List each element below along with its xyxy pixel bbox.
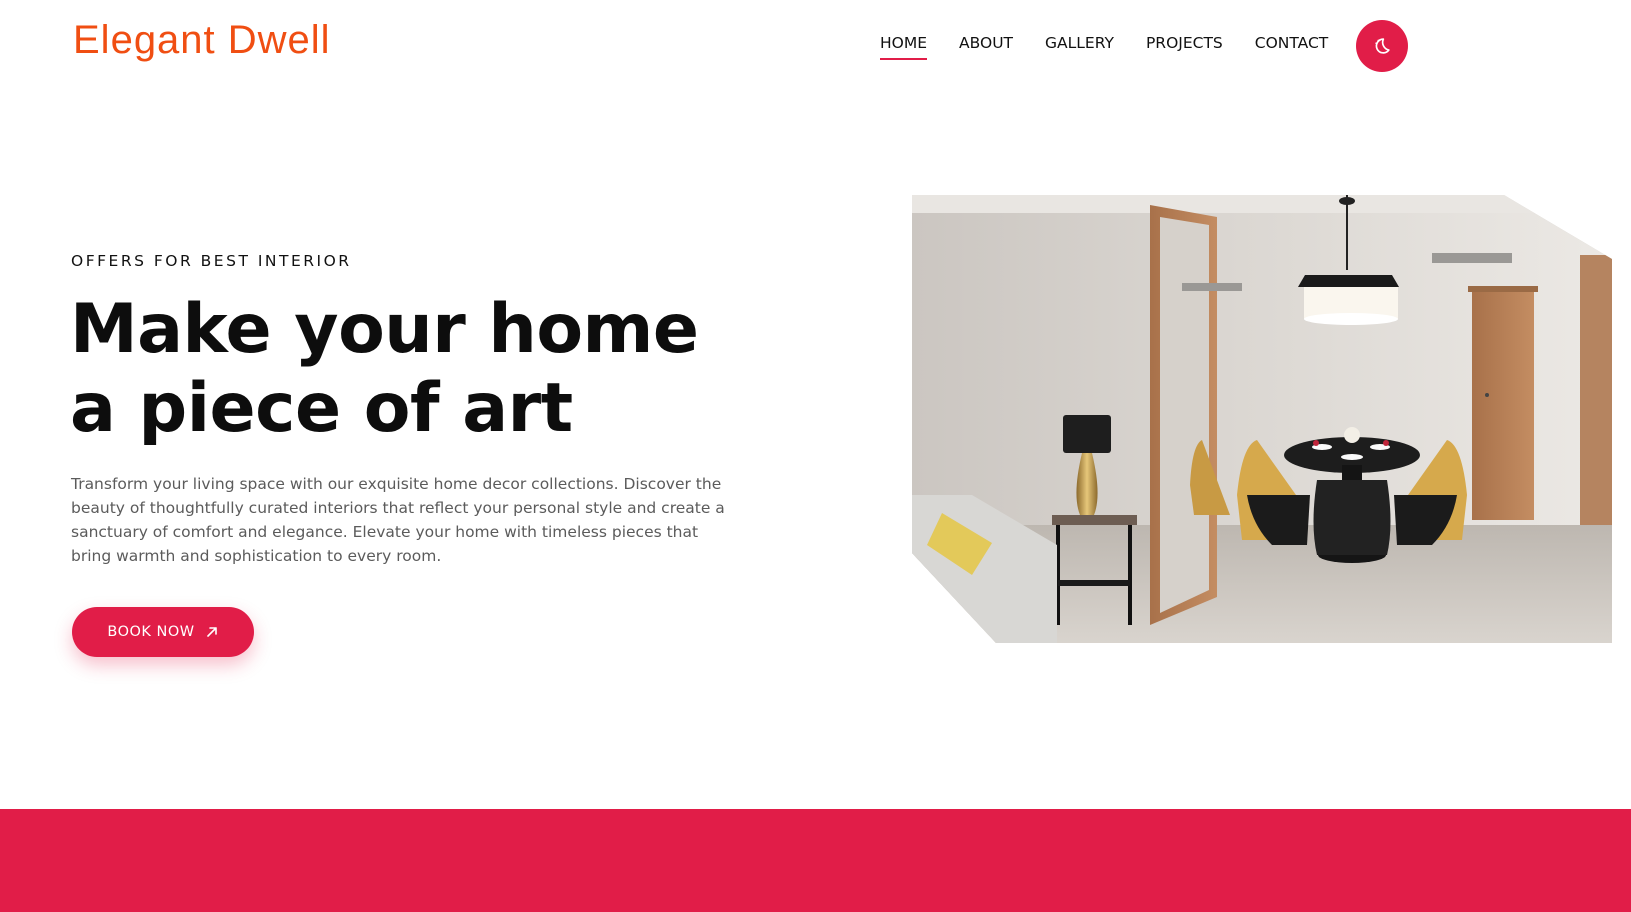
- main-nav: HOME ABOUT GALLERY PROJECTS CONTACT: [880, 34, 1329, 60]
- book-now-button[interactable]: BOOK NOW: [72, 607, 254, 657]
- dining-room-illustration: [912, 195, 1612, 643]
- accent-band: [0, 809, 1631, 912]
- nav-gallery[interactable]: GALLERY: [1045, 34, 1114, 56]
- arrow-up-right-icon: [206, 627, 217, 637]
- site-header: Elegant Dwell HOME ABOUT GALLERY PROJECT…: [0, 0, 1631, 92]
- hero-headline: Make your home a piece of art: [70, 290, 699, 448]
- nav-contact[interactable]: CONTACT: [1255, 34, 1329, 56]
- moon-icon: [1375, 38, 1390, 54]
- hero-description: Transform your living space with our exq…: [71, 475, 725, 565]
- hero-eyebrow: OFFERS FOR BEST INTERIOR: [71, 252, 352, 270]
- nav-projects[interactable]: PROJECTS: [1146, 34, 1223, 56]
- nav-about[interactable]: ABOUT: [959, 34, 1013, 56]
- brand-logo[interactable]: Elegant Dwell: [73, 18, 331, 63]
- dining-room-photo: [912, 195, 1612, 643]
- theme-toggle-button[interactable]: [1356, 20, 1408, 72]
- book-now-label: BOOK NOW: [107, 624, 195, 640]
- nav-home[interactable]: HOME: [880, 34, 928, 60]
